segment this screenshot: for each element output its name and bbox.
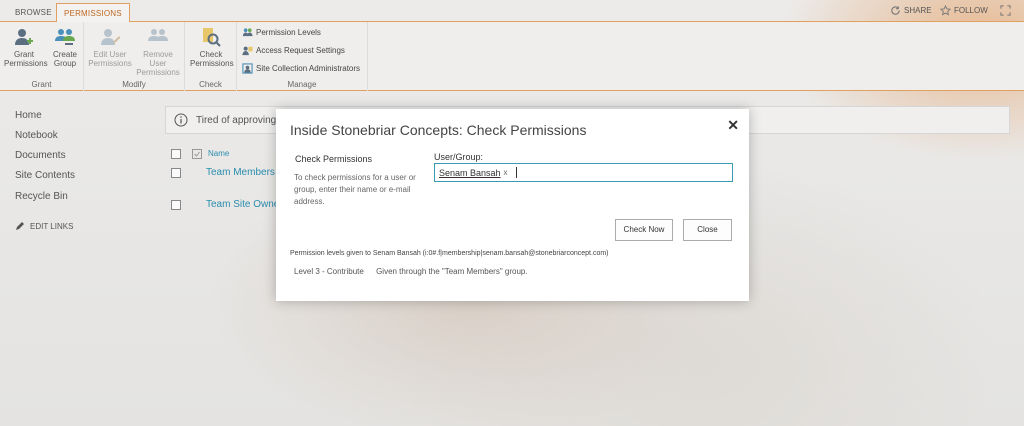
pencil-icon (16, 222, 24, 230)
column-header-name[interactable]: Name (208, 149, 229, 158)
check-permissions-icon (203, 28, 221, 47)
edit-user-icon (101, 29, 121, 45)
dialog-title: Inside Stonebriar Concepts: Check Permis… (290, 122, 587, 138)
edit-links-label: EDIT LINKS (30, 221, 74, 231)
focus-button[interactable] (1000, 5, 1011, 16)
permission-levels-button[interactable]: Permission Levels (242, 27, 321, 38)
focus-icon (1000, 5, 1011, 16)
ribbon-group-label: Grant (31, 80, 52, 89)
follow-button[interactable]: FOLLOW (940, 5, 988, 16)
ribbon-group-label: Manage (287, 80, 317, 89)
check-permissions-label: Check Permissions (190, 50, 234, 68)
row-checkbox[interactable] (171, 200, 181, 210)
nav-item-documents[interactable]: Documents (15, 150, 66, 161)
create-group-icon (55, 29, 75, 45)
permission-levels-icon (242, 28, 253, 37)
grant-user-icon (15, 29, 33, 45)
ribbon-group-grant: Grant Permissions Create Group Grant (0, 22, 84, 91)
nav-item-notebook[interactable]: Notebook (15, 130, 58, 141)
nav-item-home[interactable]: Home (15, 110, 42, 121)
ribbon-group-label: Modify (122, 80, 146, 89)
result-source: Given through the "Team Members" group. (376, 267, 528, 276)
row-checkbox[interactable] (171, 168, 181, 178)
share-button[interactable]: SHARE (890, 5, 932, 16)
edit-user-permissions-label: Edit User Permissions (88, 50, 132, 68)
share-label: SHARE (904, 6, 932, 15)
follow-label: FOLLOW (954, 6, 988, 15)
star-icon (940, 5, 951, 16)
user-group-input[interactable]: Senam Bansah x (434, 163, 733, 182)
text-caret (515, 167, 517, 178)
ribbon: Grant Permissions Create Group Grant Edi… (0, 22, 1024, 91)
remove-user-icon (148, 29, 168, 41)
access-request-icon (242, 46, 253, 56)
share-icon (891, 6, 900, 15)
access-request-settings-button[interactable]: Access Request Settings (242, 45, 345, 56)
check-permissions-button[interactable]: Check Permissions (190, 26, 234, 68)
site-admins-icon (242, 63, 253, 74)
create-group-button[interactable]: Create Group (45, 26, 85, 68)
remove-user-permissions-label: Remove User Permissions (136, 50, 180, 77)
list-item-team-members[interactable]: Team Members (206, 167, 275, 178)
list-item-team-site-owners[interactable]: Team Site Owne (206, 199, 279, 210)
notice-text: Tired of approving (196, 115, 277, 126)
create-group-label: Create Group (52, 50, 77, 68)
dialog-close-icon[interactable]: ✕ (727, 117, 739, 134)
tab-permissions[interactable]: PERMISSIONS (56, 3, 130, 23)
section-description: To check permissions for a user or group… (294, 173, 416, 206)
tab-browse[interactable]: BROWSE (8, 3, 59, 22)
result-header: Permission levels given to Senam Bansah … (290, 250, 609, 257)
result-level: Level 3 - Contribute (294, 267, 364, 276)
permission-levels-label: Permission Levels (256, 28, 321, 37)
result-row: Level 3 - Contribute Given through the "… (294, 267, 528, 276)
ribbon-group-label: Check (199, 80, 222, 89)
select-all-checkbox[interactable] (171, 149, 181, 159)
close-button[interactable]: Close (683, 219, 732, 241)
info-icon (174, 113, 188, 127)
check-now-button[interactable]: Check Now (615, 219, 673, 241)
ribbon-group-check: Check Permissions Check (185, 22, 237, 91)
user-chip[interactable]: Senam Bansah (439, 168, 501, 178)
nav-item-site-contents[interactable]: Site Contents (15, 170, 75, 181)
check-permissions-dialog: Inside Stonebriar Concepts: Check Permis… (276, 109, 749, 301)
remove-user-permissions-button[interactable]: Remove User Permissions (134, 26, 182, 77)
grant-permissions-button[interactable]: Grant Permissions (4, 26, 48, 68)
site-collection-administrators-label: Site Collection Administrators (256, 64, 361, 73)
access-request-settings-label: Access Request Settings (256, 46, 345, 55)
site-collection-administrators-button[interactable]: Site Collection Administrators (242, 63, 360, 74)
ribbon-tab-bar: BROWSE PERMISSIONS SHARE FOLLOW (0, 0, 1024, 23)
edit-links-button[interactable]: EDIT LINKS (15, 221, 73, 231)
chip-remove-icon[interactable]: x (504, 168, 508, 177)
section-title: Check Permissions (295, 154, 373, 164)
nav-item-recycle-bin[interactable]: Recycle Bin (15, 191, 68, 202)
item-type-icon (192, 149, 202, 159)
grant-permissions-label: Grant Permissions (4, 50, 48, 68)
user-group-label: User/Group: (434, 152, 484, 162)
edit-user-permissions-button[interactable]: Edit User Permissions (87, 26, 133, 68)
ribbon-group-modify: Edit User Permissions Remove User Permis… (84, 22, 185, 91)
